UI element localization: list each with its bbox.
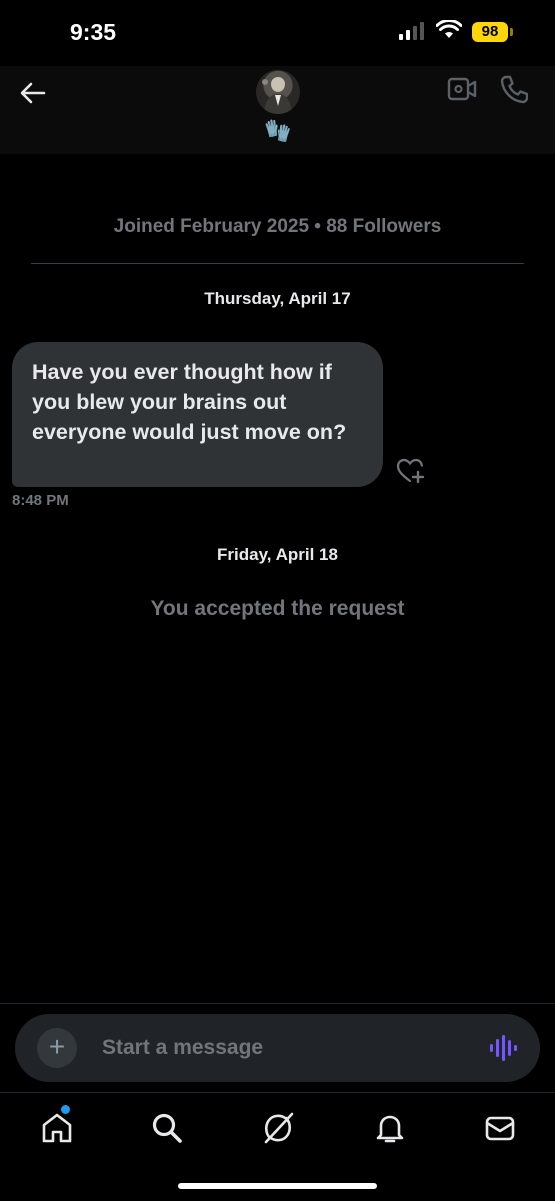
battery-nub [510,28,513,36]
system-message: You accepted the request [150,597,405,620]
add-reaction-icon[interactable] [397,458,425,484]
status-bar: 9:35 98 [0,0,555,66]
avatar[interactable] [256,70,300,114]
notifications-icon[interactable] [373,1111,407,1145]
composer-divider [0,1003,555,1004]
battery-icon: 98 [472,22,508,42]
add-attachment-button[interactable]: + [37,1028,77,1068]
home-notification-dot [61,1105,70,1114]
cellular-signal-icon [399,22,424,40]
message-bubble[interactable]: Have you ever thought how if you blew yo… [12,342,383,487]
grok-icon[interactable] [261,1111,295,1145]
back-button[interactable] [18,78,48,108]
voice-message-icon[interactable] [489,1035,517,1061]
home-indicator [178,1183,377,1189]
message-timestamp: 8:48 PM [12,492,69,509]
messages-icon[interactable] [483,1111,517,1145]
date-separator: Friday, April 18 [217,545,338,564]
conversation-header: 🧤 [0,66,555,154]
message-input[interactable]: Start a message [102,1036,263,1060]
status-time: 9:35 [70,19,117,45]
phone-call-icon[interactable] [500,74,528,104]
status-emoji: 🧤 [264,118,292,143]
profile-photo-icon [262,77,292,114]
home-icon[interactable] [40,1111,74,1145]
profile-info-text: Joined February 2025 • 88 Followers [113,216,442,237]
date-separator: Thursday, April 17 [204,289,351,308]
search-icon[interactable] [150,1111,184,1145]
wifi-icon [436,20,462,38]
divider [31,263,524,264]
video-call-icon[interactable] [447,76,477,102]
message-composer[interactable]: + Start a message [15,1014,540,1082]
